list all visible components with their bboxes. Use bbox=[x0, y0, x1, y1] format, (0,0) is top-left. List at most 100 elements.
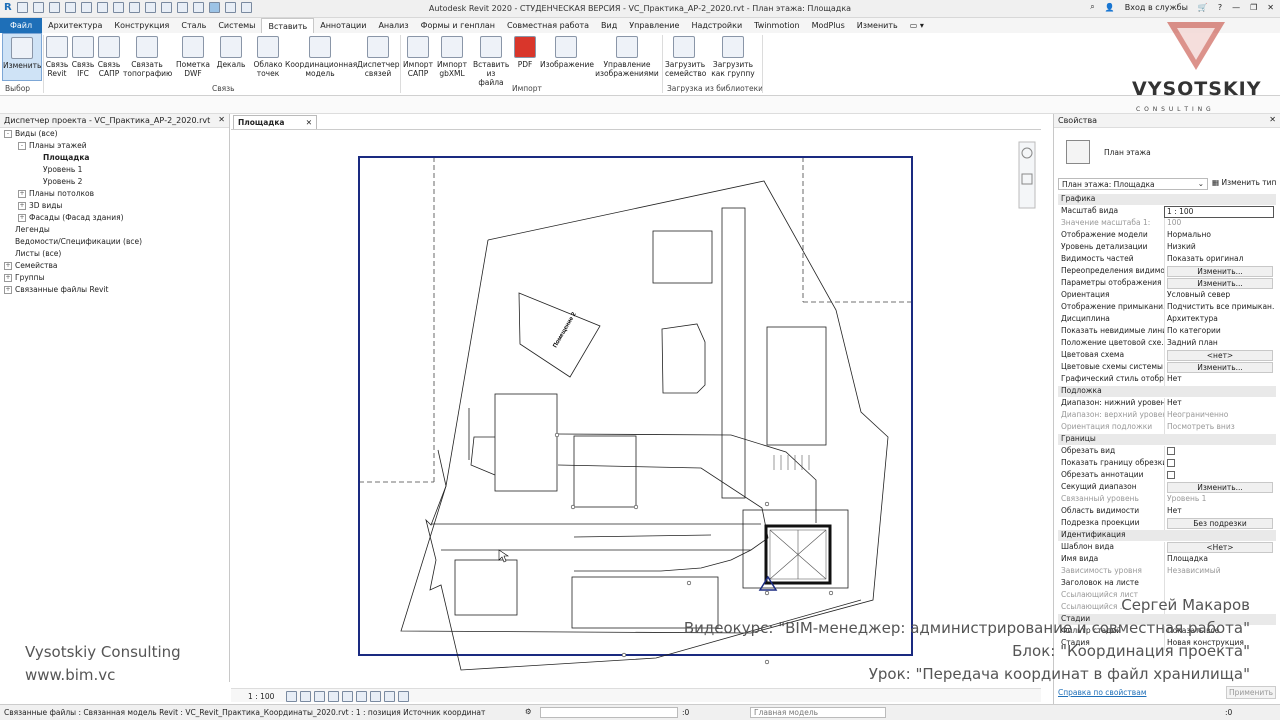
property-edit-button[interactable]: Изменить... bbox=[1167, 278, 1273, 289]
tab-9[interactable]: Совместная работа bbox=[501, 18, 595, 33]
close-button[interactable]: ✕ bbox=[1267, 3, 1274, 12]
ribbon-button-4[interactable]: Связать топографию bbox=[123, 33, 172, 78]
minimize-button[interactable]: — bbox=[1232, 3, 1240, 12]
expand-icon[interactable] bbox=[4, 250, 12, 258]
tab-13[interactable]: Twinmotion bbox=[748, 18, 805, 33]
tab-11[interactable]: Управление bbox=[623, 18, 685, 33]
property-value[interactable]: По категории bbox=[1164, 326, 1274, 338]
ribbon-button-16[interactable]: Загрузить семейство bbox=[665, 33, 706, 78]
tab-3[interactable]: Сталь bbox=[175, 18, 212, 33]
search-icon[interactable]: ⌕ bbox=[1090, 2, 1094, 12]
property-edit-button[interactable]: Без подрезки bbox=[1167, 518, 1273, 529]
visual-style-icon[interactable] bbox=[300, 691, 311, 702]
tab-2[interactable]: Конструкция bbox=[108, 18, 175, 33]
property-edit-button[interactable]: Изменить... bbox=[1167, 482, 1273, 493]
close-tab-icon[interactable]: ✕ bbox=[306, 118, 312, 127]
expand-icon[interactable]: - bbox=[18, 142, 26, 150]
tree-item[interactable]: - Виды (все) bbox=[4, 129, 58, 138]
tree-item[interactable]: Листы (все) bbox=[4, 249, 61, 258]
property-checkbox[interactable] bbox=[1164, 458, 1274, 470]
tree-item[interactable]: Уровень 1 bbox=[32, 165, 82, 174]
property-edit-button[interactable]: Изменить... bbox=[1167, 266, 1273, 277]
signin-link[interactable]: Вход в службы bbox=[1125, 3, 1188, 12]
tab-1[interactable]: Архитектура bbox=[42, 18, 108, 33]
property-value[interactable]: Нет bbox=[1164, 506, 1274, 518]
property-section[interactable]: Подложка bbox=[1058, 386, 1276, 397]
expand-icon[interactable] bbox=[32, 166, 40, 174]
crop-view-icon[interactable] bbox=[342, 691, 353, 702]
property-value[interactable]: Независимый bbox=[1164, 566, 1274, 578]
close-icon[interactable]: ✕ bbox=[1269, 115, 1276, 124]
expand-icon[interactable] bbox=[4, 238, 12, 246]
help-icon[interactable]: ? bbox=[1218, 3, 1222, 12]
expand-icon[interactable]: - bbox=[4, 130, 12, 138]
property-edit-button[interactable]: Изменить... bbox=[1167, 362, 1273, 373]
property-edit-button[interactable]: <нет> bbox=[1167, 350, 1273, 361]
tab-plosсhadka[interactable]: Площадка ✕ bbox=[233, 115, 317, 129]
tab-7[interactable]: Анализ bbox=[372, 18, 414, 33]
property-section[interactable]: Границы bbox=[1058, 434, 1276, 445]
property-button[interactable]: Изменить... bbox=[1164, 278, 1274, 290]
tab-15[interactable]: Изменить bbox=[851, 18, 904, 33]
tab-6[interactable]: Аннотации bbox=[314, 18, 372, 33]
design-option-dropdown[interactable]: Главная модель bbox=[750, 707, 886, 718]
ribbon-options-icon[interactable]: ▭ ▾ bbox=[904, 18, 930, 33]
expand-icon[interactable]: + bbox=[4, 274, 12, 282]
ribbon-button-13[interactable]: PDF bbox=[512, 33, 538, 69]
ribbon-button-11[interactable]: Импорт gbXML bbox=[436, 33, 468, 78]
property-value[interactable]: Уровень 1 bbox=[1164, 494, 1274, 506]
view-scale[interactable]: 1 : 100 bbox=[248, 692, 274, 701]
expand-icon[interactable]: + bbox=[18, 190, 26, 198]
linked-model-element[interactable] bbox=[758, 524, 832, 591]
drawing-area[interactable]: Помещение 2 bbox=[231, 129, 1041, 688]
ribbon-button-7[interactable]: Облако точек bbox=[253, 33, 283, 78]
property-button[interactable]: Изменить... bbox=[1164, 266, 1274, 278]
tree-item[interactable]: Площадка bbox=[32, 153, 89, 162]
apply-button[interactable]: Применить bbox=[1226, 686, 1276, 699]
expand-icon[interactable] bbox=[32, 154, 40, 162]
ribbon-button-17[interactable]: Загрузить как группу bbox=[705, 33, 761, 78]
checkbox[interactable] bbox=[1167, 459, 1175, 467]
ribbon-button-0[interactable]: Изменить bbox=[2, 33, 42, 81]
ribbon-button-8[interactable]: Координационная модель bbox=[285, 33, 357, 78]
expand-icon[interactable]: + bbox=[4, 262, 12, 270]
property-value[interactable]: Архитектура bbox=[1164, 314, 1274, 326]
shadows-icon[interactable] bbox=[328, 691, 339, 702]
tab-14[interactable]: ModPlus bbox=[806, 18, 851, 33]
property-button[interactable]: Изменить... bbox=[1164, 362, 1274, 374]
temp-hide-icon[interactable] bbox=[370, 691, 381, 702]
ribbon-button-9[interactable]: Диспетчер связей bbox=[357, 33, 400, 78]
property-value[interactable]: Площадка bbox=[1164, 554, 1274, 566]
ribbon-button-10[interactable]: Импорт САПР bbox=[402, 33, 434, 78]
property-value[interactable]: Нет bbox=[1164, 398, 1274, 410]
expand-icon[interactable]: + bbox=[18, 214, 26, 222]
property-edit-button[interactable]: <Нет> bbox=[1167, 542, 1273, 553]
property-checkbox[interactable] bbox=[1164, 446, 1274, 458]
property-checkbox[interactable] bbox=[1164, 470, 1274, 482]
property-button[interactable]: Изменить... bbox=[1164, 482, 1274, 494]
property-section[interactable]: Графика bbox=[1058, 194, 1276, 205]
checkbox[interactable] bbox=[1167, 471, 1175, 479]
ribbon-button-12[interactable]: Вставить из файла bbox=[473, 33, 509, 87]
expand-icon[interactable]: + bbox=[4, 286, 12, 294]
checkbox[interactable] bbox=[1167, 447, 1175, 455]
tree-item[interactable]: Ведомости/Спецификации (все) bbox=[4, 237, 142, 246]
property-button[interactable]: Без подрезки bbox=[1164, 518, 1274, 530]
tab-4[interactable]: Системы bbox=[212, 18, 261, 33]
tree-item[interactable]: + Связанные файлы Revit bbox=[4, 285, 108, 294]
restore-button[interactable]: ❐ bbox=[1250, 3, 1257, 12]
property-value[interactable]: Подчистить все примыкан... bbox=[1164, 302, 1274, 314]
tree-item[interactable]: - Планы этажей bbox=[18, 141, 87, 150]
ribbon-button-14[interactable]: Изображение bbox=[540, 33, 594, 69]
tab-12[interactable]: Надстройки bbox=[685, 18, 748, 33]
edit-type-button[interactable]: ▦ Изменить тип bbox=[1212, 178, 1276, 187]
property-value[interactable] bbox=[1164, 578, 1274, 590]
tree-item[interactable]: +3D виды bbox=[18, 201, 62, 210]
tab-0[interactable]: Файл bbox=[0, 18, 43, 33]
property-value[interactable]: Нет bbox=[1164, 374, 1274, 386]
cart-icon[interactable]: 🛒 bbox=[1198, 3, 1208, 12]
workset-dropdown[interactable] bbox=[540, 707, 678, 718]
tree-item[interactable]: + Фасады (Фасад здания) bbox=[18, 213, 124, 222]
property-value[interactable]: Задний план bbox=[1164, 338, 1274, 350]
help-link[interactable]: Справка по свойствам bbox=[1058, 688, 1146, 697]
